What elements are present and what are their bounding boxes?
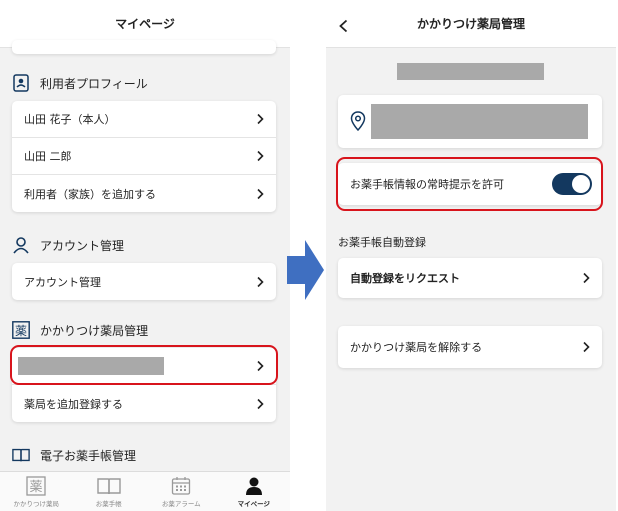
page-title: マイページ [115, 17, 175, 31]
calendar-icon [172, 477, 191, 495]
chevron-right-icon [257, 188, 264, 199]
auto-register-heading: お薬手帳自動登録 [338, 236, 426, 249]
unregister-card: かかりつけ薬局を解除する [338, 326, 602, 368]
chevron-right-icon [257, 398, 264, 409]
bottom-tab-bar: 薬 かかりつけ薬局 お薬手帳 お薬アラーム マイページ [0, 471, 290, 511]
add-family-user[interactable]: 利用者（家族）を追加する [12, 175, 276, 212]
chevron-right-icon [583, 272, 590, 284]
redacted-pharmacy-title [397, 63, 544, 80]
tab-label: お薬手帳 [95, 500, 122, 508]
chevron-right-icon [257, 150, 264, 162]
highlight-frame-pharmacy [10, 345, 278, 385]
pharmacy-address-card [338, 95, 602, 148]
profile-item-jiro[interactable]: 山田 二郎 [12, 138, 276, 175]
profile-card-icon [12, 74, 30, 92]
request-auto-register[interactable]: 自動登録をリクエスト [338, 258, 602, 298]
tab-label: かかりつけ薬局 [13, 500, 60, 508]
profile-section-title: 利用者プロフィール [40, 76, 148, 91]
tab-alarm[interactable]: お薬アラーム [145, 472, 218, 511]
medicine-kanji-icon: 薬 [12, 321, 30, 339]
tab-notebook[interactable]: お薬手帳 [73, 472, 146, 511]
chevron-right-icon [257, 113, 264, 125]
location-pin-icon [350, 111, 366, 131]
add-pharmacy-label: 薬局を追加登録する [24, 397, 123, 411]
account-section-title: アカウント管理 [40, 238, 125, 253]
add-pharmacy-item[interactable]: 薬局を追加登録する [12, 385, 276, 422]
account-section-header: アカウント管理 [12, 236, 124, 254]
back-chevron-icon[interactable] [332, 14, 356, 38]
unregister-label: かかりつけ薬局を解除する [350, 341, 483, 354]
highlight-frame-toggle [336, 157, 603, 211]
account-item-label: アカウント管理 [24, 275, 101, 289]
svg-text:薬: 薬 [30, 480, 43, 495]
tab-label: お薬アラーム [161, 500, 201, 508]
profile-card: 山田 花子（本人） 山田 二郎 利用者（家族）を追加する [12, 101, 276, 212]
profile-item-label: 利用者（家族）を追加する [24, 187, 156, 201]
tab-pharmacy[interactable]: 薬 かかりつけ薬局 [0, 472, 73, 511]
auto-register-card: 自動登録をリクエスト [338, 258, 602, 298]
partial-card [12, 40, 276, 54]
profile-item-label: 山田 花子（本人） [24, 113, 116, 126]
pharmacy-management-screen: かかりつけ薬局管理 お薬手帳情報の常時提示を許可 お薬手帳自動登録 自動登録をリ… [326, 0, 616, 511]
redacted-address [371, 104, 588, 139]
person-icon [245, 477, 262, 495]
profile-item-label: 山田 二郎 [24, 150, 72, 163]
chevron-right-icon [257, 276, 264, 287]
medicine-icon: 薬 [26, 476, 46, 496]
pharmacy-section-title: かかりつけ薬局管理 [40, 323, 149, 338]
transition-arrow-icon [287, 240, 324, 300]
my-page-screen: マイページ 利用者プロフィール 山田 花子（本人） 山田 二郎 利用者（家族）を… [0, 0, 290, 511]
pharmacy-section-header: 薬 かかりつけ薬局管理 [12, 321, 148, 339]
book-icon [12, 446, 30, 464]
header: かかりつけ薬局管理 [326, 0, 616, 48]
notebook-section-header: 電子お薬手帳管理 [12, 446, 136, 464]
account-management-item[interactable]: アカウント管理 [12, 263, 276, 300]
page-title: かかりつけ薬局管理 [416, 17, 526, 31]
request-label: 自動登録をリクエスト [350, 272, 460, 285]
unregister-pharmacy[interactable]: かかりつけ薬局を解除する [338, 326, 602, 368]
account-card: アカウント管理 [12, 263, 276, 300]
profile-item-self[interactable]: 山田 花子（本人） [12, 101, 276, 138]
book-icon [97, 478, 121, 495]
tab-mypage[interactable]: マイページ [218, 472, 291, 511]
person-outline-icon [12, 236, 30, 254]
notebook-section-title: 電子お薬手帳管理 [40, 448, 137, 463]
chevron-right-icon [583, 341, 590, 353]
profile-section-header: 利用者プロフィール [12, 74, 148, 92]
svg-text:薬: 薬 [15, 324, 27, 338]
tab-label: マイページ [237, 500, 270, 508]
